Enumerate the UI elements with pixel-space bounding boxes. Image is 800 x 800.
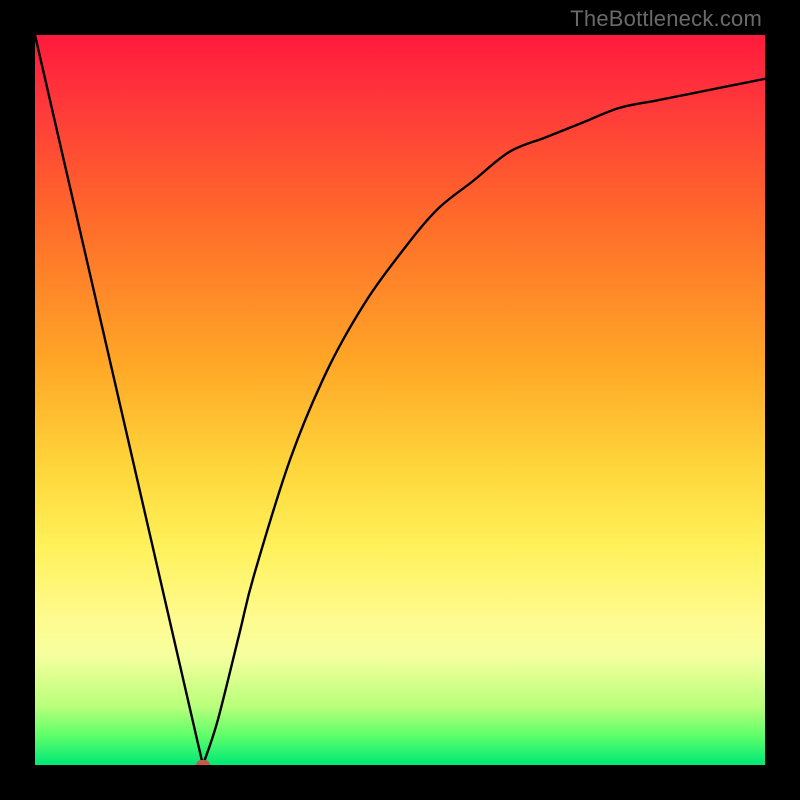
bottleneck-curve-path: [35, 35, 765, 765]
chart-frame: TheBottleneck.com: [0, 0, 800, 800]
highlight-dot: [196, 760, 210, 765]
curve-svg: [35, 35, 765, 765]
watermark-label: TheBottleneck.com: [570, 6, 762, 32]
plot-area: [35, 35, 765, 765]
